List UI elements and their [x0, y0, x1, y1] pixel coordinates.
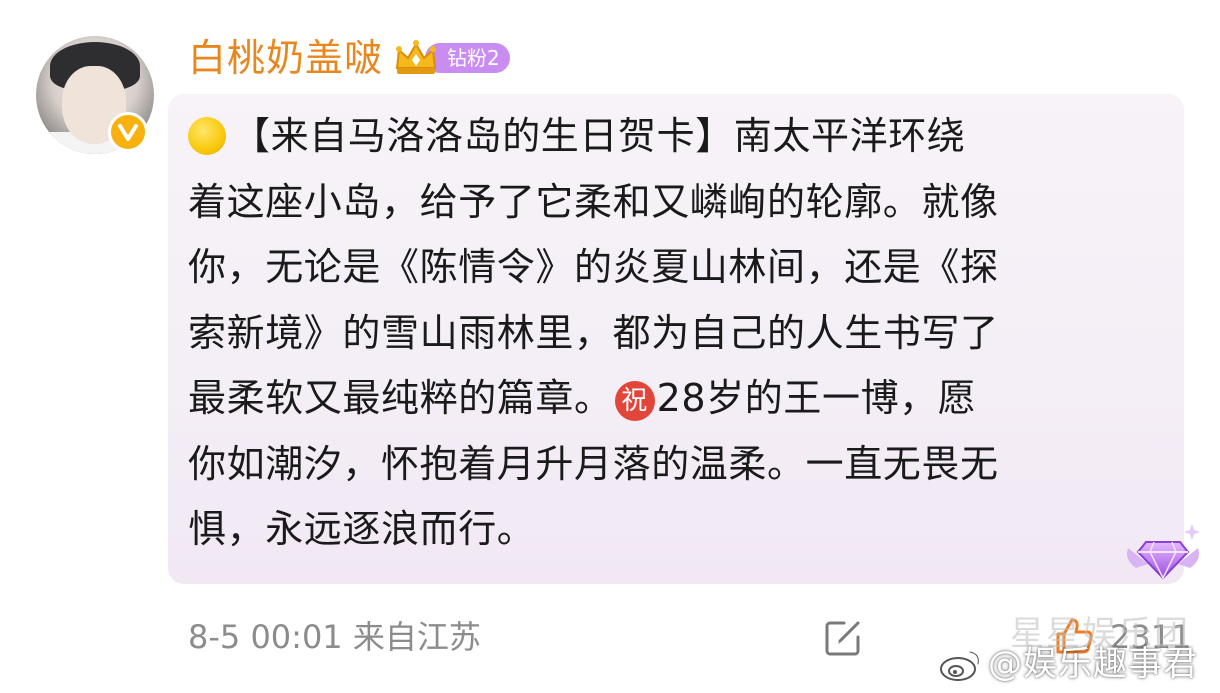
text-line: 惧，永远逐浪而行。 — [188, 497, 1148, 563]
zhu-emoji-icon: 祝 — [614, 381, 655, 421]
text-line: 最柔软又最纯粹的篇章。祝 28岁的王一博，愿 — [188, 366, 1148, 432]
text-segment: 你，无论是《陈情令》的炎夏山林间，还是《探 — [188, 245, 999, 289]
comment-item: 白桃奶盖啵 钻粉2 【来自马洛洛岛的生日贺卡】南太平洋环绕 着这座小岛，给予了它… — [0, 0, 1220, 693]
text-line: 着这座小岛，给予了它柔和又嶙峋的轮廓。就像 — [188, 170, 1148, 236]
comment-text: 【来自马洛洛岛的生日贺卡】南太平洋环绕 着这座小岛，给予了它柔和又嶙峋的轮廓。就… — [188, 104, 1148, 563]
verified-badge-icon — [108, 112, 148, 152]
edit-icon[interactable] — [822, 617, 864, 659]
timestamp: 8-5 00:01 — [188, 618, 343, 656]
fan-level-badge[interactable]: 钻粉2 — [393, 38, 510, 78]
watermark-text: @娱乐趣事君 — [988, 644, 1198, 684]
diamond-wings-icon — [1127, 524, 1200, 580]
crown-icon — [395, 40, 437, 74]
text-segment: 最柔软又最纯粹的篇章。 — [188, 376, 613, 420]
text-segment: 惧，永远逐浪而行。 — [188, 507, 536, 551]
watermark: @娱乐趣事君 — [938, 640, 1198, 688]
text-line: 你如潮汐，怀抱着月升月落的温柔。一直无畏无 — [188, 432, 1148, 498]
location: 来自江苏 — [352, 618, 481, 656]
text-segment: 28岁的王一博，愿 — [656, 376, 977, 420]
text-segment: 【来自马洛洛岛的生日贺卡】南太平洋环绕 — [232, 114, 966, 158]
text-line: 索新境》的雪山雨林里，都为自己的人生书写了 — [188, 301, 1148, 367]
username[interactable]: 白桃奶盖啵 — [188, 34, 383, 82]
text-segment: 着这座小岛，给予了它柔和又嶙峋的轮廓。就像 — [188, 179, 999, 224]
text-line: 你，无论是《陈情令》的炎夏山林间，还是《探 — [188, 235, 1148, 301]
yellow-circle-emoji-icon — [188, 117, 226, 155]
text-segment: 索新境》的雪山雨林里，都为自己的人生书写了 — [188, 310, 999, 355]
post-meta: 8-5 00:01 来自江苏 — [188, 615, 481, 659]
weibo-logo-icon — [940, 650, 980, 681]
text-line: 【来自马洛洛岛的生日贺卡】南太平洋环绕 — [188, 104, 1148, 170]
text-segment: 你如潮汐，怀抱着月升月落的温柔。一直无畏无 — [188, 441, 999, 486]
